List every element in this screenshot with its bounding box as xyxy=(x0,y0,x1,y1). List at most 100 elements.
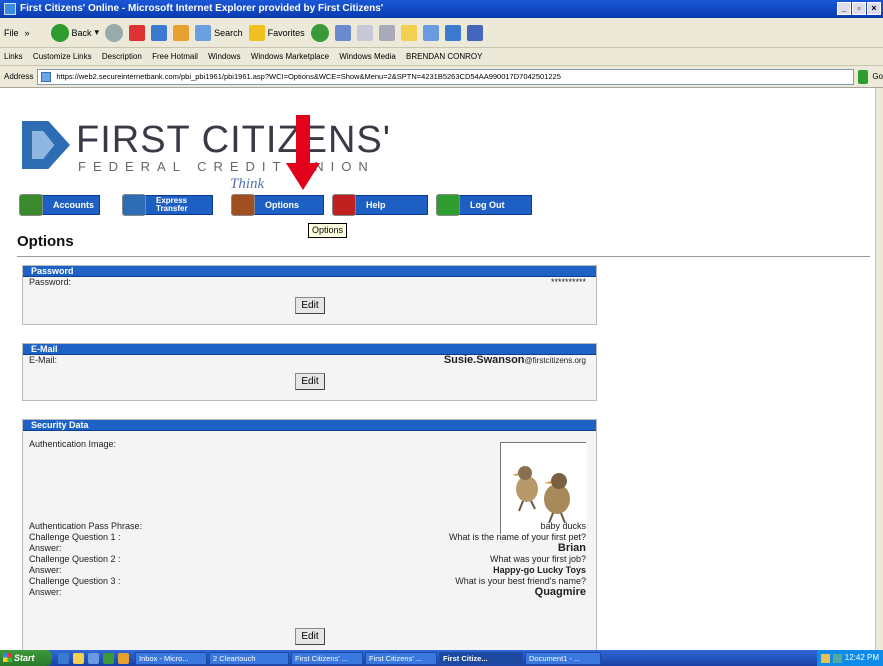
quick-launch xyxy=(52,652,135,664)
stop-icon[interactable] xyxy=(129,24,146,41)
media-player-icon[interactable] xyxy=(103,652,114,664)
system-tray: 12:42 PM xyxy=(816,650,883,666)
tray-volume-icon[interactable] xyxy=(820,653,830,663)
windows-flag-icon xyxy=(3,653,12,662)
divider xyxy=(17,256,870,257)
ie-icon xyxy=(4,3,16,15)
first-citizens-logo[interactable]: FIRST CITIZENS' FEDERAL CREDIT UNION Thi… xyxy=(22,119,390,192)
options-tooltip: Options xyxy=(308,223,348,238)
browser-toolbar: File » Back ▾ Search Favorites xyxy=(0,18,883,48)
page-icon xyxy=(41,71,52,82)
email-edit-button[interactable]: Edit xyxy=(295,373,325,390)
start-button[interactable]: Start xyxy=(0,650,52,666)
vertical-scrollbar[interactable] xyxy=(875,88,883,650)
clock: 12:42 PM xyxy=(844,653,879,662)
task-first-citizens-1[interactable]: First Citizens' ... xyxy=(291,651,363,665)
chevron-icon[interactable]: » xyxy=(25,28,45,38)
task-first-citizens-active[interactable]: First Citize... xyxy=(439,651,523,665)
logo-sub: FEDERAL CREDIT UNION xyxy=(78,159,375,174)
password-row: Password: ********** xyxy=(23,277,596,288)
nav-express-transfer[interactable]: Express Transfer xyxy=(122,194,213,216)
media-icon[interactable] xyxy=(310,23,329,42)
question-2-row: Challenge Question 2 : What was your firs… xyxy=(29,554,586,564)
folder-icon[interactable] xyxy=(400,24,417,41)
refresh-icon[interactable] xyxy=(151,24,168,41)
history-icon[interactable] xyxy=(334,24,351,41)
go-icon[interactable] xyxy=(858,69,869,84)
pass-phrase-row: Authentication Pass Phrase: baby ducks xyxy=(29,521,586,531)
email-user: Susie.Swanson xyxy=(443,354,525,366)
search-icon xyxy=(195,24,212,41)
forward-icon[interactable] xyxy=(105,23,124,42)
search-button[interactable]: Search xyxy=(195,24,243,41)
back-arrow-icon xyxy=(50,23,69,42)
password-label: Password: xyxy=(29,277,72,287)
links-label: Links xyxy=(4,52,23,61)
email-domain: @firstcitizens.org xyxy=(524,356,586,365)
minimize-icon[interactable]: _ xyxy=(837,2,851,15)
go-button[interactable]: Go xyxy=(872,72,883,81)
address-input[interactable]: https://web2.secureinternetbank.com/pbi_… xyxy=(37,68,855,85)
task-first-citizens-2[interactable]: First Citizens' ... xyxy=(365,651,437,665)
accounts-icon xyxy=(19,194,43,216)
nav-options[interactable]: Options xyxy=(231,194,324,216)
security-edit-button[interactable]: Edit xyxy=(295,628,325,645)
address-bar: Address https://web2.secureinternetbank.… xyxy=(0,66,883,88)
page-content: FIRST CITIZENS' FEDERAL CREDIT UNION Thi… xyxy=(0,88,875,650)
star-icon xyxy=(248,24,265,41)
outlook-icon[interactable] xyxy=(73,652,84,664)
messenger-launch-icon[interactable] xyxy=(118,652,129,664)
arrow-shaft xyxy=(296,115,310,165)
logo-tagline: Think xyxy=(230,176,265,192)
maximize-icon[interactable]: ▫ xyxy=(852,2,866,15)
security-rows: Authentication Pass Phrase: baby ducks Ch… xyxy=(23,521,596,598)
email-value: Susie.Swanson@firstcitizens.org xyxy=(444,355,586,366)
links-bar: Links Customize Links Description Free H… xyxy=(0,48,883,66)
logo-name: FIRST CITIZENS' xyxy=(76,119,392,161)
nav-help[interactable]: Help xyxy=(332,194,428,216)
messenger-icon[interactable] xyxy=(422,24,439,41)
nav-log-out[interactable]: Log Out xyxy=(436,194,532,216)
answer-3-row: Answer: Quagmire xyxy=(29,586,586,598)
arrow-down-icon xyxy=(286,163,320,190)
link-windows[interactable]: Windows xyxy=(208,52,240,61)
password-header: Password xyxy=(23,266,596,277)
auth-image-label: Authentication Image: xyxy=(29,439,117,449)
window-title: First Citizens' Online - Microsoft Inter… xyxy=(20,3,384,14)
password-value: ********** xyxy=(550,277,586,287)
tray-network-icon[interactable] xyxy=(832,653,842,663)
link-description[interactable]: Description xyxy=(102,52,142,61)
question-1-row: Challenge Question 1 : What is the name o… xyxy=(29,532,586,542)
link-brendan[interactable]: BRENDAN CONROY xyxy=(406,52,482,61)
nav-accounts[interactable]: Accounts xyxy=(19,194,100,216)
desktop-icon[interactable] xyxy=(88,652,99,664)
favorites-button[interactable]: Favorites xyxy=(248,24,305,41)
back-button[interactable]: Back ▾ xyxy=(50,23,99,42)
research-icon[interactable] xyxy=(444,24,461,41)
address-label: Address xyxy=(4,72,34,81)
task-inbox[interactable]: Inbox - Micro... xyxy=(135,651,207,665)
tools-icon[interactable] xyxy=(466,24,483,41)
file-menu[interactable]: File xyxy=(4,28,19,38)
window-titlebar: First Citizens' Online - Microsoft Inter… xyxy=(0,0,883,18)
email-panel: E-Mail E-Mail: Susie.Swanson@firstcitize… xyxy=(22,343,597,401)
link-media[interactable]: Windows Media xyxy=(339,52,395,61)
close-icon[interactable]: × xyxy=(867,2,881,15)
ie-launch-icon[interactable] xyxy=(58,652,69,664)
security-panel: Security Data Authentication Image: Auth… xyxy=(22,419,597,650)
options-icon xyxy=(231,194,255,216)
task-document1[interactable]: Document1 - ... xyxy=(525,651,601,665)
mail-icon[interactable] xyxy=(356,24,373,41)
password-edit-button[interactable]: Edit xyxy=(295,297,325,314)
home-icon[interactable] xyxy=(173,24,190,41)
link-hotmail[interactable]: Free Hotmail xyxy=(152,52,198,61)
taskbar: Start Inbox - Micro... 2 Cleartouch Firs… xyxy=(0,650,883,666)
security-header: Security Data xyxy=(23,420,596,431)
password-panel: Password Password: ********** Edit xyxy=(22,265,597,325)
link-customize[interactable]: Customize Links xyxy=(33,52,92,61)
link-marketplace[interactable]: Windows Marketplace xyxy=(251,52,329,61)
task-cleartouch[interactable]: 2 Cleartouch xyxy=(209,651,289,665)
transfer-icon xyxy=(122,194,146,216)
print-icon[interactable] xyxy=(378,24,395,41)
question-3-row: Challenge Question 3 : What is your best … xyxy=(29,576,586,586)
